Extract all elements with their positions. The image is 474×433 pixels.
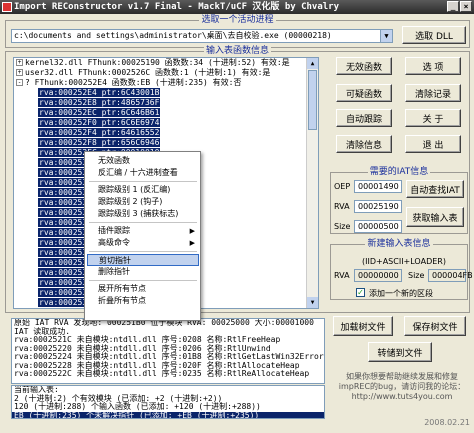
menu-item[interactable]: 高级命令 ▶ [87,237,199,249]
tree-row-text: rva:000252F4 ptr:64616552 [38,128,161,137]
options-button[interactable]: 选 项 [405,57,461,75]
tree-row[interactable]: rva:000252EC ptr:6C646B61 [14,108,318,118]
menu-item-label: 跟踪级别 1 (反汇编) [98,185,171,194]
save-tree-button[interactable]: 保存树文件 [404,316,466,336]
menu-item-label: 展开所有节点 [98,284,146,293]
auto-trace-button[interactable]: 自动跟踪 [336,109,392,127]
window-title: Import REConstructor v1.7 Final - MackT/… [14,2,340,12]
menu-item[interactable]: 无效函数 [87,155,199,167]
menu-item[interactable]: 展开所有节点 [87,283,199,295]
tree-row-text: rva:000252EC ptr:6C646B61 [38,108,161,117]
load-tree-button[interactable]: 加载树文件 [333,316,393,336]
tree-row[interactable]: rva:000252E4 ptr:6C43001B [14,88,318,98]
context-menu: 无效函数反汇编 / 十六进制查看 跟踪级别 1 (反汇编) 跟踪级别 2 (钩子) 跟… [84,151,201,321]
tree-row[interactable]: rva:000252E8 ptr:4865736F [14,98,318,108]
menu-item-label: 跟踪级别 3 (捕获标志) [98,209,179,218]
forum-note: 如果你想要帮助继续发展和修复impREC的bug，请访问我的论坛：http://… [338,372,466,401]
menu-item-label: 折叠所有节点 [98,296,146,305]
menu-item[interactable]: 跟踪级别 3 (捕获标志) [87,208,199,220]
tree-row-text: kernel32.dll FThunk:00025190 函数数:34 (十进制… [25,58,290,67]
tree-row[interactable]: + kernel32.dll FThunk:00025190 函数数:34 (十进… [14,58,318,68]
menu-item[interactable]: 删除指针 [87,266,199,278]
tree-row[interactable]: rva:000252F4 ptr:64616552 [14,128,318,138]
expand-icon[interactable]: + [16,59,23,66]
menu-item-label: 高级命令 [98,238,130,247]
tree-row[interactable]: rva:000252F8 ptr:656C6946 [14,138,318,148]
new-rva-label: RVA [334,271,350,280]
log-box[interactable]: 原始 IAT RVA 发现地: 000251B0 位于模块 RVA: 00025… [11,318,325,384]
tree-row[interactable]: + user32.dll FThunk:0002526C 函数数:1 (十进制:1… [14,68,318,78]
iat-rva-input[interactable]: 00025190 [354,200,402,213]
expand-icon[interactable]: + [16,69,23,76]
tree-row[interactable]: -? FThunk:000252E4 函数数:EB (十进制:235) 有效:否 [14,78,318,88]
submenu-arrow-icon: ▶ [189,239,195,247]
iat-size-input[interactable]: 00000500 [354,220,402,233]
process-combo-value: c:\documents and settings\administrator\… [14,31,332,40]
clear-imports-button[interactable]: 清除信息 [336,135,392,153]
collapse-icon[interactable]: - [16,79,23,86]
iat-legend: 需要的IAT信息 [367,167,431,177]
status-line: EB (十进制:235) 个未解决指针 (已添加: +EB (十进制:+235)… [12,411,324,418]
menu-item-label: 删除指针 [98,267,130,276]
close-button[interactable]: × [460,1,472,12]
menu-item-label: 反汇编 / 十六进制查看 [98,168,178,177]
tree-row[interactable]: rva:000252F0 ptr:6C6E6974 [14,118,318,128]
about-button[interactable]: 关 于 [405,109,461,127]
menu-separator [89,222,197,223]
tree-scrollbar[interactable]: ▲ ▼ [306,58,318,308]
title-bar[interactable]: Import REConstructor v1.7 Final - MackT/… [0,0,474,14]
tree-row-text: rva:000252E8 ptr:4865736F [38,98,161,107]
tree-row-text: ? FThunk:000252E4 函数数:EB (十进制:235) 有效:否 [25,78,242,87]
iat-autosearch-button[interactable]: 自动查找IAT [406,180,464,198]
clear-log-button[interactable]: 清除记录 [405,84,461,102]
process-legend: 选取一个活动进程 [199,15,276,25]
exit-button[interactable]: 退 出 [405,135,461,153]
scroll-up-icon[interactable]: ▲ [307,58,318,69]
new-rva-input[interactable]: 00000000 [354,269,402,282]
pick-dll-button[interactable]: 选取 DLL [402,26,466,44]
oep-label: OEP [334,182,351,191]
process-combo[interactable]: c:\documents and settings\administrator\… [11,29,393,43]
imports-legend: 输入表函数信息 [203,46,271,56]
menu-item-label: 跟踪级别 2 (钩子) [98,197,163,206]
menu-item[interactable]: 反汇编 / 十六进制查看 [87,167,199,179]
add-section-label: 添加一个新的区段 [369,289,433,298]
menu-item[interactable]: 折叠所有节点 [87,295,199,307]
tree-row-text: rva:000252F8 ptr:656C6946 [38,138,161,147]
submenu-arrow-icon: ▶ [189,227,195,235]
menu-item-label: 无效函数 [98,156,130,165]
show-suspect-button[interactable]: 可疑函数 [336,84,392,102]
chevron-down-icon[interactable]: ▼ [380,30,392,42]
scroll-down-icon[interactable]: ▼ [307,297,318,308]
menu-separator [89,181,197,182]
menu-item[interactable]: 跟踪级别 1 (反汇编) [87,184,199,196]
menu-item-label: 剪切指针 [99,256,131,265]
menu-item[interactable]: 跟踪级别 2 (钩子) [87,196,199,208]
iat-rva-label: RVA [334,202,350,211]
new-size-input[interactable]: 000004FB [428,269,473,282]
tree-row-text: user32.dll FThunk:0002526C 函数数:1 (十进制:1)… [25,68,271,77]
menu-item-label: 插件跟踪 [98,226,130,235]
add-section-checkbox[interactable]: ✓ [356,288,365,297]
log-line: rva:0002522C 未自模块:ntdll.dll 序号:0235 名称:R… [14,369,310,378]
menu-item[interactable]: 插件跟踪 ▶ [87,225,199,237]
scroll-thumb[interactable] [308,70,317,130]
app-icon [2,2,12,12]
fix-dump-button[interactable]: 转储到文件 [368,342,432,362]
new-import-legend: 新建输入表信息 [365,239,433,249]
menu-separator [89,251,197,252]
get-imports-button[interactable]: 获取输入表 [406,207,464,227]
status-box[interactable]: 当前输入表: 2 (十进制:2) 个有效模块 (已添加: +2 (十进制:+2))… [11,385,325,419]
invalid-funcs-button[interactable]: 无效函数 [336,57,392,75]
menu-item[interactable]: 剪切指针 [87,254,199,266]
new-size-label: Size [408,271,425,280]
iat-size-label: Size [334,222,351,231]
oep-input[interactable]: 00001490 [354,180,402,193]
menu-separator [89,280,197,281]
iid-line: (IID+ASCII+LOADER) [362,257,446,266]
tree-row-text: rva:000252F0 ptr:6C6E6974 [38,118,161,127]
minimize-button[interactable]: _ [447,1,459,12]
tree-row-text: rva:000252E4 ptr:6C43001B [38,88,161,97]
build-date: 2008.02.21 [424,418,470,427]
